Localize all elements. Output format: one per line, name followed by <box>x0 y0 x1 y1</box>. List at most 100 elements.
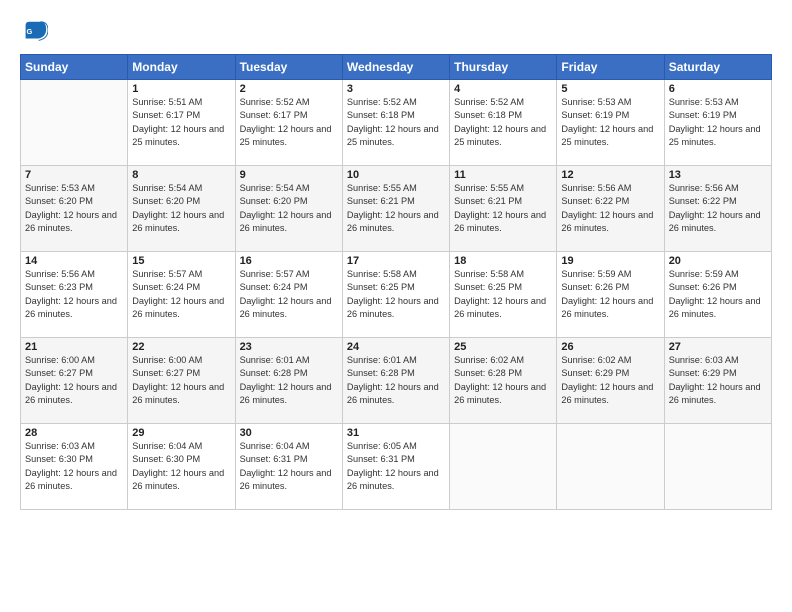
day-number: 30 <box>240 427 338 439</box>
day-info: Sunrise: 5:52 AMSunset: 6:18 PMDaylight:… <box>347 96 445 149</box>
calendar-cell <box>557 424 664 510</box>
calendar-cell: 19 Sunrise: 5:59 AMSunset: 6:26 PMDaylig… <box>557 252 664 338</box>
calendar-week-row: 1 Sunrise: 5:51 AMSunset: 6:17 PMDayligh… <box>21 80 772 166</box>
calendar-cell: 7 Sunrise: 5:53 AMSunset: 6:20 PMDayligh… <box>21 166 128 252</box>
day-number: 28 <box>25 427 123 439</box>
logo: G <box>20 18 52 46</box>
calendar-cell: 5 Sunrise: 5:53 AMSunset: 6:19 PMDayligh… <box>557 80 664 166</box>
day-number: 24 <box>347 341 445 353</box>
calendar-cell: 31 Sunrise: 6:05 AMSunset: 6:31 PMDaylig… <box>342 424 449 510</box>
day-info: Sunrise: 5:57 AMSunset: 6:24 PMDaylight:… <box>240 268 338 321</box>
day-info: Sunrise: 5:53 AMSunset: 6:19 PMDaylight:… <box>561 96 659 149</box>
day-number: 1 <box>132 83 230 95</box>
calendar-cell: 27 Sunrise: 6:03 AMSunset: 6:29 PMDaylig… <box>664 338 771 424</box>
day-info: Sunrise: 5:56 AMSunset: 6:23 PMDaylight:… <box>25 268 123 321</box>
calendar-cell: 23 Sunrise: 6:01 AMSunset: 6:28 PMDaylig… <box>235 338 342 424</box>
day-info: Sunrise: 6:04 AMSunset: 6:31 PMDaylight:… <box>240 440 338 493</box>
calendar-cell: 4 Sunrise: 5:52 AMSunset: 6:18 PMDayligh… <box>450 80 557 166</box>
calendar-header-row: SundayMondayTuesdayWednesdayThursdayFrid… <box>21 55 772 80</box>
day-info: Sunrise: 5:57 AMSunset: 6:24 PMDaylight:… <box>132 268 230 321</box>
header-day-sunday: Sunday <box>21 55 128 80</box>
calendar-cell <box>21 80 128 166</box>
day-number: 31 <box>347 427 445 439</box>
calendar-cell: 8 Sunrise: 5:54 AMSunset: 6:20 PMDayligh… <box>128 166 235 252</box>
calendar-cell: 10 Sunrise: 5:55 AMSunset: 6:21 PMDaylig… <box>342 166 449 252</box>
logo-icon: G <box>20 18 48 46</box>
calendar-cell: 15 Sunrise: 5:57 AMSunset: 6:24 PMDaylig… <box>128 252 235 338</box>
day-number: 10 <box>347 169 445 181</box>
day-number: 5 <box>561 83 659 95</box>
day-number: 6 <box>669 83 767 95</box>
day-number: 13 <box>669 169 767 181</box>
calendar-cell: 14 Sunrise: 5:56 AMSunset: 6:23 PMDaylig… <box>21 252 128 338</box>
header-day-tuesday: Tuesday <box>235 55 342 80</box>
day-number: 20 <box>669 255 767 267</box>
day-info: Sunrise: 5:52 AMSunset: 6:18 PMDaylight:… <box>454 96 552 149</box>
calendar-page: G SundayMondayTuesdayWednesdayThursdayFr… <box>0 0 792 612</box>
calendar-cell: 18 Sunrise: 5:58 AMSunset: 6:25 PMDaylig… <box>450 252 557 338</box>
calendar-cell: 25 Sunrise: 6:02 AMSunset: 6:28 PMDaylig… <box>450 338 557 424</box>
day-info: Sunrise: 6:04 AMSunset: 6:30 PMDaylight:… <box>132 440 230 493</box>
day-info: Sunrise: 5:55 AMSunset: 6:21 PMDaylight:… <box>347 182 445 235</box>
day-info: Sunrise: 5:59 AMSunset: 6:26 PMDaylight:… <box>669 268 767 321</box>
calendar-cell: 3 Sunrise: 5:52 AMSunset: 6:18 PMDayligh… <box>342 80 449 166</box>
header: G <box>20 18 772 46</box>
day-number: 9 <box>240 169 338 181</box>
day-info: Sunrise: 6:01 AMSunset: 6:28 PMDaylight:… <box>240 354 338 407</box>
calendar-cell: 13 Sunrise: 5:56 AMSunset: 6:22 PMDaylig… <box>664 166 771 252</box>
day-number: 29 <box>132 427 230 439</box>
calendar-cell <box>664 424 771 510</box>
day-number: 7 <box>25 169 123 181</box>
day-info: Sunrise: 5:58 AMSunset: 6:25 PMDaylight:… <box>454 268 552 321</box>
calendar-cell: 17 Sunrise: 5:58 AMSunset: 6:25 PMDaylig… <box>342 252 449 338</box>
day-info: Sunrise: 5:51 AMSunset: 6:17 PMDaylight:… <box>132 96 230 149</box>
day-info: Sunrise: 5:56 AMSunset: 6:22 PMDaylight:… <box>669 182 767 235</box>
calendar-cell: 21 Sunrise: 6:00 AMSunset: 6:27 PMDaylig… <box>21 338 128 424</box>
calendar-cell <box>450 424 557 510</box>
header-day-friday: Friday <box>557 55 664 80</box>
header-day-saturday: Saturday <box>664 55 771 80</box>
day-info: Sunrise: 5:55 AMSunset: 6:21 PMDaylight:… <box>454 182 552 235</box>
day-info: Sunrise: 5:53 AMSunset: 6:19 PMDaylight:… <box>669 96 767 149</box>
calendar-table: SundayMondayTuesdayWednesdayThursdayFrid… <box>20 54 772 510</box>
day-number: 4 <box>454 83 552 95</box>
calendar-cell: 29 Sunrise: 6:04 AMSunset: 6:30 PMDaylig… <box>128 424 235 510</box>
calendar-week-row: 21 Sunrise: 6:00 AMSunset: 6:27 PMDaylig… <box>21 338 772 424</box>
header-day-monday: Monday <box>128 55 235 80</box>
calendar-cell: 30 Sunrise: 6:04 AMSunset: 6:31 PMDaylig… <box>235 424 342 510</box>
day-number: 25 <box>454 341 552 353</box>
calendar-cell: 11 Sunrise: 5:55 AMSunset: 6:21 PMDaylig… <box>450 166 557 252</box>
day-info: Sunrise: 5:58 AMSunset: 6:25 PMDaylight:… <box>347 268 445 321</box>
calendar-cell: 20 Sunrise: 5:59 AMSunset: 6:26 PMDaylig… <box>664 252 771 338</box>
calendar-cell: 16 Sunrise: 5:57 AMSunset: 6:24 PMDaylig… <box>235 252 342 338</box>
calendar-cell: 6 Sunrise: 5:53 AMSunset: 6:19 PMDayligh… <box>664 80 771 166</box>
day-info: Sunrise: 6:05 AMSunset: 6:31 PMDaylight:… <box>347 440 445 493</box>
day-number: 8 <box>132 169 230 181</box>
day-number: 14 <box>25 255 123 267</box>
day-number: 11 <box>454 169 552 181</box>
day-info: Sunrise: 6:01 AMSunset: 6:28 PMDaylight:… <box>347 354 445 407</box>
calendar-cell: 9 Sunrise: 5:54 AMSunset: 6:20 PMDayligh… <box>235 166 342 252</box>
day-info: Sunrise: 6:03 AMSunset: 6:30 PMDaylight:… <box>25 440 123 493</box>
day-info: Sunrise: 6:02 AMSunset: 6:28 PMDaylight:… <box>454 354 552 407</box>
calendar-week-row: 7 Sunrise: 5:53 AMSunset: 6:20 PMDayligh… <box>21 166 772 252</box>
day-number: 12 <box>561 169 659 181</box>
calendar-cell: 12 Sunrise: 5:56 AMSunset: 6:22 PMDaylig… <box>557 166 664 252</box>
calendar-cell: 1 Sunrise: 5:51 AMSunset: 6:17 PMDayligh… <box>128 80 235 166</box>
header-day-thursday: Thursday <box>450 55 557 80</box>
day-number: 21 <box>25 341 123 353</box>
day-number: 22 <box>132 341 230 353</box>
day-number: 23 <box>240 341 338 353</box>
day-info: Sunrise: 5:52 AMSunset: 6:17 PMDaylight:… <box>240 96 338 149</box>
day-info: Sunrise: 6:03 AMSunset: 6:29 PMDaylight:… <box>669 354 767 407</box>
day-number: 26 <box>561 341 659 353</box>
day-number: 17 <box>347 255 445 267</box>
day-number: 2 <box>240 83 338 95</box>
day-info: Sunrise: 5:59 AMSunset: 6:26 PMDaylight:… <box>561 268 659 321</box>
day-info: Sunrise: 5:53 AMSunset: 6:20 PMDaylight:… <box>25 182 123 235</box>
calendar-cell: 2 Sunrise: 5:52 AMSunset: 6:17 PMDayligh… <box>235 80 342 166</box>
svg-text:G: G <box>27 27 33 36</box>
calendar-cell: 26 Sunrise: 6:02 AMSunset: 6:29 PMDaylig… <box>557 338 664 424</box>
day-info: Sunrise: 5:54 AMSunset: 6:20 PMDaylight:… <box>240 182 338 235</box>
day-number: 16 <box>240 255 338 267</box>
